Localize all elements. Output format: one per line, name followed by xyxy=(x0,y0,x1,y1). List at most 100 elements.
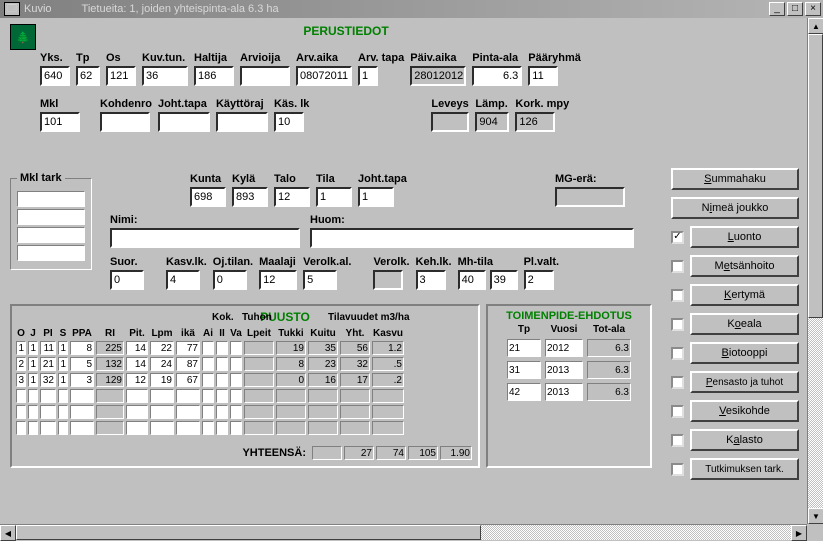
in-arvtapa[interactable]: 1 xyxy=(358,66,378,86)
puusto-ii-2[interactable] xyxy=(216,373,228,387)
in-mhtila2[interactable]: 39 xyxy=(490,270,518,290)
in-tila[interactable]: 1 xyxy=(316,187,352,207)
puusto-lpm-1[interactable]: 24 xyxy=(150,357,174,371)
puusto-ppa-1[interactable]: 5 xyxy=(70,357,94,371)
btn-pensasto[interactable]: Pensasto ja tuhot xyxy=(690,371,799,393)
puusto-pi-1[interactable]: 21 xyxy=(40,357,56,371)
toim-tp-1[interactable]: 31 xyxy=(507,361,541,379)
puusto-kok-0[interactable]: 77 xyxy=(176,341,200,355)
in-kyla[interactable]: 893 xyxy=(232,187,268,207)
btn-luonto[interactable]: Luonto xyxy=(690,226,799,248)
maximize-button[interactable]: □ xyxy=(787,2,803,16)
puusto-ppa-4[interactable] xyxy=(70,405,94,419)
puusto-s-5[interactable] xyxy=(58,421,68,435)
puusto-j-3[interactable] xyxy=(28,389,38,403)
btn-nimea[interactable]: Nimeä joukko xyxy=(671,197,799,219)
in-arvioija[interactable] xyxy=(240,66,290,86)
puusto-ppa-0[interactable]: 8 xyxy=(70,341,94,355)
puusto-lpm-3[interactable] xyxy=(150,389,174,403)
scroll-down-icon[interactable]: ▼ xyxy=(808,508,823,524)
toim-tp-0[interactable]: 21 xyxy=(507,339,541,357)
in-verolkal[interactable]: 5 xyxy=(303,270,337,290)
puusto-va-0[interactable] xyxy=(230,341,242,355)
puusto-ii-1[interactable] xyxy=(216,357,228,371)
in-tp[interactable]: 62 xyxy=(76,66,100,86)
chk-luonto[interactable]: ✓ xyxy=(671,231,684,244)
in-mkl[interactable]: 101 xyxy=(40,112,80,132)
puusto-ii-0[interactable] xyxy=(216,341,228,355)
puusto-va-3[interactable] xyxy=(230,389,242,403)
in-kunta[interactable]: 698 xyxy=(190,187,226,207)
puusto-ai-2[interactable] xyxy=(202,373,214,387)
btn-kertyma[interactable]: Kertymä xyxy=(690,284,799,306)
puusto-pit-2[interactable]: 12 xyxy=(126,373,148,387)
toim-vuosi-0[interactable]: 2012 xyxy=(545,339,583,357)
in-ojtilan[interactable]: 0 xyxy=(213,270,247,290)
in-talo[interactable]: 12 xyxy=(274,187,310,207)
in-yks[interactable]: 640 xyxy=(40,66,70,86)
puusto-j-2[interactable]: 1 xyxy=(28,373,38,387)
puusto-lpm-5[interactable] xyxy=(150,421,174,435)
in-nimi[interactable] xyxy=(110,228,300,248)
puusto-ai-1[interactable] xyxy=(202,357,214,371)
puusto-va-2[interactable] xyxy=(230,373,242,387)
puusto-ppa-3[interactable] xyxy=(70,389,94,403)
puusto-s-3[interactable] xyxy=(58,389,68,403)
in-maalaji[interactable]: 12 xyxy=(259,270,297,290)
in-haltija[interactable]: 186 xyxy=(194,66,234,86)
close-button[interactable]: × xyxy=(805,2,821,16)
scroll-thumb-h[interactable] xyxy=(16,525,481,540)
puusto-j-0[interactable]: 1 xyxy=(28,341,38,355)
puusto-pit-3[interactable] xyxy=(126,389,148,403)
in-kuvtun[interactable]: 36 xyxy=(142,66,188,86)
puusto-pit-5[interactable] xyxy=(126,421,148,435)
puusto-ai-3[interactable] xyxy=(202,389,214,403)
puusto-kok-3[interactable] xyxy=(176,389,200,403)
puusto-j-4[interactable] xyxy=(28,405,38,419)
puusto-s-2[interactable]: 1 xyxy=(58,373,68,387)
puusto-ppa-5[interactable] xyxy=(70,421,94,435)
puusto-pit-0[interactable]: 14 xyxy=(126,341,148,355)
btn-summahaku[interactable]: Summahaku xyxy=(671,168,799,190)
puusto-va-1[interactable] xyxy=(230,357,242,371)
puusto-pi-5[interactable] xyxy=(40,421,56,435)
horizontal-scrollbar[interactable]: ◀ ▶ xyxy=(0,524,807,540)
minimize-button[interactable]: _ xyxy=(769,2,785,16)
scroll-right-icon[interactable]: ▶ xyxy=(791,525,807,541)
puusto-o-0[interactable]: 1 xyxy=(16,341,26,355)
in-kayttoraj[interactable] xyxy=(216,112,268,132)
puusto-ii-5[interactable] xyxy=(216,421,228,435)
chk-metsanhoito[interactable] xyxy=(671,260,684,273)
puusto-o-1[interactable]: 2 xyxy=(16,357,26,371)
in-kasvlk[interactable]: 4 xyxy=(166,270,200,290)
puusto-kok-4[interactable] xyxy=(176,405,200,419)
in-mhtila[interactable]: 40 xyxy=(458,270,486,290)
mkl-tark-2[interactable] xyxy=(17,209,85,225)
puusto-lpm-4[interactable] xyxy=(150,405,174,419)
toim-vuosi-2[interactable]: 2013 xyxy=(545,383,583,401)
scroll-thumb-v[interactable] xyxy=(808,34,823,318)
puusto-j-5[interactable] xyxy=(28,421,38,435)
puusto-kok-2[interactable]: 67 xyxy=(176,373,200,387)
puusto-pi-3[interactable] xyxy=(40,389,56,403)
chk-pensasto[interactable] xyxy=(671,376,684,389)
in-johttapa[interactable] xyxy=(158,112,210,132)
in-suor[interactable]: 0 xyxy=(110,270,144,290)
mkl-tark-3[interactable] xyxy=(17,227,85,243)
in-plvalt[interactable]: 2 xyxy=(524,270,554,290)
btn-metsanhoito[interactable]: Metsänhoito xyxy=(690,255,799,277)
in-johttapa2[interactable]: 1 xyxy=(358,187,394,207)
scroll-left-icon[interactable]: ◀ xyxy=(0,525,16,541)
puusto-pi-0[interactable]: 11 xyxy=(40,341,56,355)
puusto-va-4[interactable] xyxy=(230,405,242,419)
chk-kalasto[interactable] xyxy=(671,434,684,447)
puusto-lpm-0[interactable]: 22 xyxy=(150,341,174,355)
in-paaryhma[interactable]: 11 xyxy=(528,66,558,86)
in-huom[interactable] xyxy=(310,228,634,248)
btn-vesikohde[interactable]: Vesikohde xyxy=(690,400,799,422)
btn-kalasto[interactable]: Kalasto xyxy=(690,429,799,451)
scroll-up-icon[interactable]: ▲ xyxy=(808,18,823,34)
puusto-kok-5[interactable] xyxy=(176,421,200,435)
chk-kertyma[interactable] xyxy=(671,289,684,302)
vertical-scrollbar[interactable]: ▲ ▼ xyxy=(807,18,823,524)
